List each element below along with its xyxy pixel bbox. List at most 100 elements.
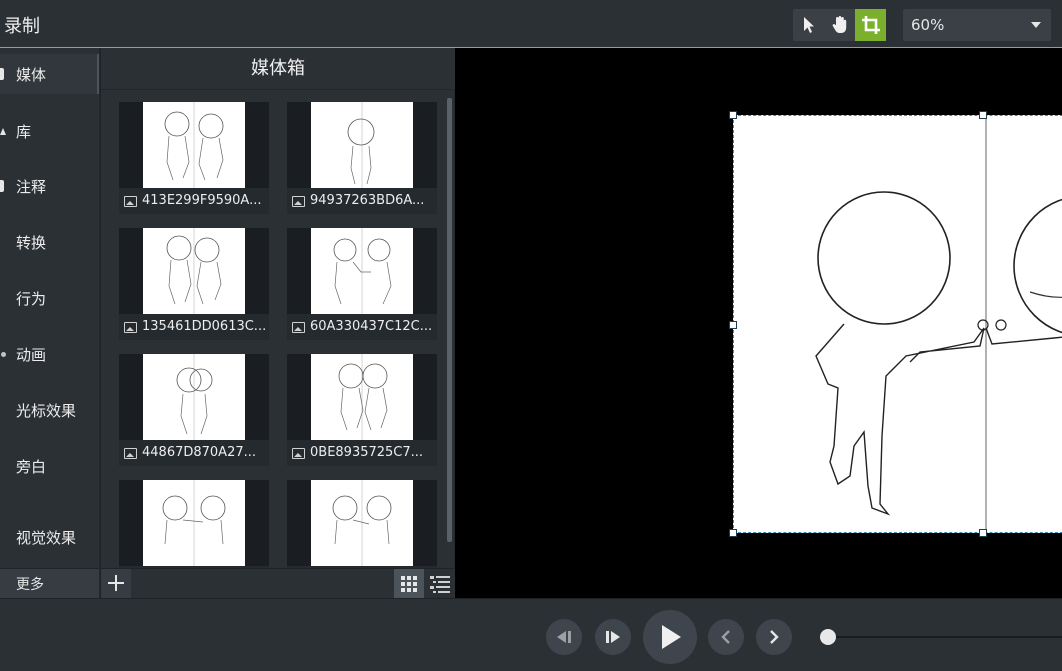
media-thumbnail xyxy=(287,480,437,566)
media-caption: 0BE8935725C7... xyxy=(287,440,437,466)
resize-handle[interactable] xyxy=(729,111,737,119)
sidebar-item-label: 转换 xyxy=(16,234,47,252)
sidebar-item-transitions[interactable]: 转换 xyxy=(0,222,99,262)
chevron-down-icon xyxy=(1031,22,1041,28)
media-bin-panel: 媒体箱 413E299F9590A... 94937263BD6A... 135… xyxy=(100,48,455,598)
list-view-button[interactable] xyxy=(425,569,455,598)
image-icon xyxy=(124,322,137,333)
media-filename: 413E299F9590A... xyxy=(142,193,262,208)
sidebar-item-behaviors[interactable]: 行为 xyxy=(0,278,99,318)
previous-marker-button[interactable] xyxy=(708,619,744,655)
canvas-tool-group xyxy=(793,9,886,41)
sidebar-item-cursor-effects[interactable]: 光标效果 xyxy=(0,390,99,430)
timeline-scrubber-track[interactable] xyxy=(828,636,1062,638)
media-item[interactable] xyxy=(287,480,437,568)
step-back-icon xyxy=(557,631,571,643)
sidebar-item-media[interactable]: 媒体 xyxy=(0,54,99,94)
media-thumbnail xyxy=(119,102,269,188)
annotation-icon xyxy=(0,180,4,192)
grid-view-icon xyxy=(401,576,417,592)
media-bin-scrollbar[interactable] xyxy=(447,98,452,542)
media-thumbnail xyxy=(287,102,437,188)
media-bin-title: 媒体箱 xyxy=(101,48,455,90)
image-icon xyxy=(292,322,305,333)
sketch-thumbnail xyxy=(347,102,375,188)
play-button[interactable] xyxy=(643,610,697,664)
image-icon xyxy=(124,448,137,459)
left-sidebar: 媒体 库 注释 转换 行为 动画 光标效果 旁白 视觉效果 更多 xyxy=(0,48,99,598)
pan-tool-button[interactable] xyxy=(824,9,855,41)
sketch-preview-image xyxy=(815,116,1062,534)
resize-handle[interactable] xyxy=(729,321,737,329)
next-marker-button[interactable] xyxy=(756,619,792,655)
zoom-select[interactable]: 60% xyxy=(903,9,1051,41)
media-item[interactable]: 94937263BD6A... xyxy=(287,102,437,214)
media-filename: 135461DD0613C... xyxy=(142,319,267,334)
media-item[interactable] xyxy=(119,480,269,568)
sketch-thumbnail xyxy=(332,480,392,566)
previous-icon xyxy=(721,630,730,644)
sketch-thumbnail xyxy=(164,102,224,188)
sidebar-item-voice-narration[interactable]: 旁白 xyxy=(0,446,99,486)
next-icon xyxy=(770,630,779,644)
animation-icon xyxy=(1,352,6,357)
play-icon xyxy=(662,625,681,649)
sidebar-item-animations[interactable]: 动画 xyxy=(0,334,99,374)
sidebar-item-label: 媒体 xyxy=(16,66,47,84)
media-item[interactable]: 44867D870A27... xyxy=(119,354,269,466)
media-item[interactable]: 413E299F9590A... xyxy=(119,102,269,214)
sidebar-item-label: 旁白 xyxy=(16,458,47,476)
media-thumbnail xyxy=(287,228,437,314)
recording-title[interactable]: 录制 xyxy=(4,12,40,38)
image-icon xyxy=(292,196,305,207)
resize-handle[interactable] xyxy=(979,111,987,119)
media-caption: 94937263BD6A... xyxy=(287,188,437,214)
media-filename: 44867D870A27... xyxy=(142,445,257,460)
media-icon xyxy=(0,68,4,80)
pointer-arrow-icon xyxy=(803,17,814,33)
media-item[interactable]: 135461DD0613C... xyxy=(119,228,269,340)
media-thumbnail xyxy=(119,354,269,440)
sketch-thumbnail xyxy=(176,354,213,440)
step-back-button[interactable] xyxy=(546,619,582,655)
image-icon xyxy=(292,448,305,459)
media-thumbnail xyxy=(119,480,269,566)
media-filename: 0BE8935725C7... xyxy=(310,445,424,460)
sidebar-item-label: 视觉效果 xyxy=(16,529,77,547)
playhead-knob[interactable] xyxy=(820,629,836,645)
preview-canvas[interactable] xyxy=(455,48,1062,598)
sketch-thumbnail xyxy=(166,228,222,314)
media-filename: 60A330437C12C... xyxy=(310,319,433,334)
sidebar-item-label: 行为 xyxy=(16,290,47,308)
media-thumbnail xyxy=(287,354,437,440)
media-caption: 44867D870A27... xyxy=(119,440,269,466)
media-bin-grid: 413E299F9590A... 94937263BD6A... 135461D… xyxy=(101,90,447,568)
zoom-value: 60% xyxy=(911,16,945,34)
hand-icon xyxy=(832,16,846,33)
sidebar-more-button[interactable]: 更多 xyxy=(0,568,99,598)
media-caption: 60A330437C12C... xyxy=(287,314,437,340)
add-media-button[interactable] xyxy=(101,569,131,598)
crop-tool-button[interactable] xyxy=(855,9,886,41)
sidebar-item-library[interactable]: 库 xyxy=(0,111,99,151)
step-forward-button[interactable] xyxy=(595,619,631,655)
sidebar-item-annotations[interactable]: 注释 xyxy=(0,166,99,206)
sketch-thumbnail xyxy=(338,354,388,440)
media-filename: 94937263BD6A... xyxy=(310,193,425,208)
media-caption: 135461DD0613C... xyxy=(119,314,269,340)
media-item[interactable]: 60A330437C12C... xyxy=(287,228,437,340)
image-icon xyxy=(124,196,137,207)
top-bar: 录制 60% xyxy=(0,0,1062,48)
library-icon xyxy=(0,128,6,135)
resize-handle[interactable] xyxy=(979,529,987,537)
selected-media-frame[interactable] xyxy=(729,111,1062,537)
crop-icon xyxy=(861,16,880,34)
sidebar-item-label: 光标效果 xyxy=(16,402,77,420)
sketch-thumbnail xyxy=(333,228,392,314)
more-label: 更多 xyxy=(16,577,44,593)
resize-handle[interactable] xyxy=(729,529,737,537)
media-item[interactable]: 0BE8935725C7... xyxy=(287,354,437,466)
sidebar-item-visual-effects[interactable]: 视觉效果 xyxy=(0,517,99,557)
select-tool-button[interactable] xyxy=(793,9,824,41)
grid-view-button[interactable] xyxy=(394,569,424,598)
